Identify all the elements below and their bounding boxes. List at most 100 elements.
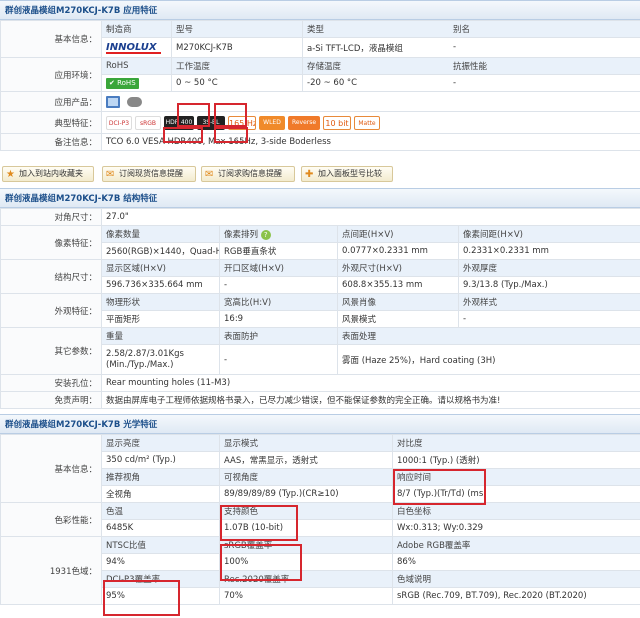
highlight-box-hdr400-icon [177, 103, 210, 127]
srgb-icon: sRGB [135, 115, 161, 130]
mount-value: Rear mounting holes (11-M3) [100, 374, 640, 392]
application-table: 基本信息： 制造商 型号 类型 别名 INNOLUX M270KCJ-K7B a-… [0, 20, 640, 151]
rohs-value: RoHS [117, 78, 136, 87]
wled-icon: WLED [259, 115, 285, 130]
maker-logo: INNOLUX [101, 37, 172, 58]
optical-table: 基本信息： 显示亮度 显示模式 对比度 350 cd/m² (Typ.) AAS… [0, 434, 640, 605]
treat-header: 表面处理 [336, 327, 640, 345]
10bit-icon: 10 bit [323, 115, 351, 130]
highlight-box-colors [220, 505, 298, 541]
ctemp-header: 色温 [101, 502, 220, 520]
outline-header: 外观尺寸(H×V) [337, 259, 459, 277]
bright-header: 显示亮度 [101, 434, 220, 452]
highlight-box-note-165hz [214, 127, 248, 143]
model-header: 型号 [171, 20, 303, 38]
gamepad-icon [127, 96, 142, 107]
pixnum-header: 像素数量 [101, 225, 220, 243]
gdesc-header: 色域说明 [392, 570, 640, 588]
white-value: Wx:0.313; Wy:0.329 [392, 519, 640, 537]
area-value: 596.736×335.664 mm [101, 276, 220, 294]
ntsc-header: NTSC比值 [101, 536, 220, 554]
style-value: 风景模式 [337, 310, 459, 328]
model-value: M270KCJ-K7B [171, 37, 303, 58]
pitch-value: 0.2331×0.2331 mm [457, 242, 640, 260]
basic-info-label: 基本信息： [0, 20, 102, 58]
rec-value: 70% [219, 587, 393, 605]
structure-table: 对角尺寸： 27.0" 像素特征： 像素数量 像素排列 ? 点间距(H×V) 像… [0, 208, 640, 409]
application-section-title: 群创液晶模组M270KCJ-K7B 应用特征 [0, 0, 640, 20]
ntsc-value: 94% [101, 553, 220, 571]
shape-header: 物理形状 [101, 293, 220, 311]
star-icon: ★ [6, 169, 15, 180]
highlight-box-response [393, 469, 486, 505]
optical-section-title: 群创液晶模组M270KCJ-K7B 光学特征 [0, 414, 640, 434]
pixarr-header: 像素排列 [224, 230, 259, 240]
subscribe-stock-button[interactable]: ✉ 订阅现货信息提醒 [102, 166, 196, 182]
vibration-header: 抗振性能 [453, 62, 488, 72]
alias-value: - [453, 41, 457, 52]
mode-header: 显示模式 [219, 434, 393, 452]
rohs-badge: ✔ RoHS [106, 77, 139, 89]
vibration-value: - [453, 78, 457, 88]
treat-value: 雾面 (Haze 25%)，Hard coating (3H) [336, 344, 640, 375]
disclaimer-label: 免责声明： [0, 391, 102, 409]
type-value: a-Si TFT-LCD，液晶模组 [307, 43, 403, 54]
structure-section-title: 群创液晶模组M270KCJ-K7B 结构特征 [0, 188, 640, 208]
dci-p3-icon: DCI-P3 [106, 115, 132, 130]
bright-value: 350 cd/m² (Typ.) [101, 451, 220, 469]
diagonal-value: 27.0" [100, 208, 640, 226]
storage-value: -20 ~ 60 °C [307, 78, 358, 88]
action-bar: ★ 加入到站内收藏夹 ✉ 订阅现货信息提醒 ✉ 订阅求购信息提醒 ✚ 加入面板型号比较 [0, 165, 640, 185]
rohs-header: RoHS [101, 57, 172, 75]
angle-value: 全视角 [101, 485, 220, 503]
product-label: 应用产品： [0, 91, 102, 112]
bell-icon: ✉ [106, 169, 115, 180]
pstyle-value: - [457, 310, 640, 328]
optical-section: 群创液晶模组M270KCJ-K7B 光学特征 基本信息： 显示亮度 显示模式 对… [0, 414, 640, 605]
struct-label: 结构尺寸： [0, 259, 102, 294]
reverse-icon: Reverse [288, 115, 320, 130]
storage-header: 存储温度 [307, 62, 342, 72]
pixel-label: 像素特征： [0, 225, 102, 260]
weight-value: 2.58/2.87/3.01Kgs (Min./Typ./Max.) [101, 344, 220, 375]
shape-value: 平面矩形 [101, 310, 220, 328]
ratio-value: 16:9 [219, 310, 338, 328]
gamut-label: 1931色域： [0, 536, 102, 605]
highlight-box-srgb [220, 544, 302, 581]
look-label: 外观特征： [0, 293, 102, 328]
ctemp-value: 6485K [101, 519, 220, 537]
dot-header: 点间距(H×V) [337, 225, 459, 243]
diagonal-label: 对角尺寸： [0, 208, 102, 226]
dot-value: 0.0777×0.2331 mm [337, 242, 459, 260]
angle-header: 推荐视角 [101, 468, 220, 486]
highlight-box-note-hdr400 [163, 127, 203, 143]
bell-icon-2: ✉ [205, 169, 214, 180]
type-header: 类型 [307, 25, 325, 35]
contrast-header: 对比度 [392, 434, 640, 452]
thick-value: 9.3/13.8 (Typ./Max.) [457, 276, 640, 294]
style-header: 风景肖像 [337, 293, 459, 311]
plus-icon: ✚ [305, 169, 314, 180]
pitch-header: 像素间距(H×V) [457, 225, 640, 243]
highlight-box-dci [103, 580, 180, 616]
note-label: 备注信息： [0, 133, 102, 151]
surf-header: 表面防护 [219, 327, 338, 345]
optical-basic-label: 基本信息： [0, 434, 102, 503]
surf-value: - [219, 344, 338, 375]
innolux-logo: INNOLUX [106, 41, 157, 53]
typical-label: 典型特征： [0, 111, 102, 134]
help-icon[interactable]: ? [260, 230, 271, 240]
pixarr-value: RGB垂直条状 [219, 242, 338, 260]
outline-value: 608.8×355.13 mm [337, 276, 459, 294]
subscribe-buy-button[interactable]: ✉ 订阅求购信息提醒 [201, 166, 295, 182]
ratio-header: 宽高比(H:V) [219, 293, 338, 311]
weight-header: 重量 [101, 327, 220, 345]
highlight-box-backlight-icon [214, 103, 247, 127]
temp-value: 0 ~ 50 °C [171, 74, 303, 92]
view-header: 可视角度 [219, 468, 393, 486]
area-header: 显示区域(H×V) [101, 259, 220, 277]
add-compare-button[interactable]: ✚ 加入面板型号比较 [301, 166, 393, 182]
adobe-header: Adobe RGB覆盖率 [392, 536, 640, 554]
contrast-value: 1000:1 (Typ.) (透射) [392, 451, 640, 469]
add-favorite-button[interactable]: ★ 加入到站内收藏夹 [2, 166, 94, 182]
